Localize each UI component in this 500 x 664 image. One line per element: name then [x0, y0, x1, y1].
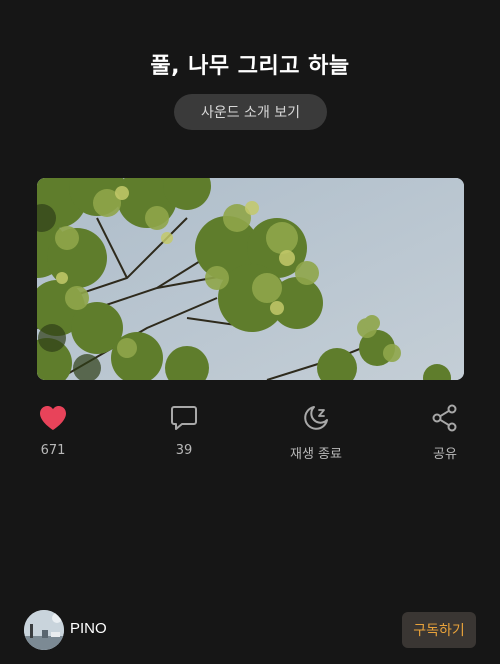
sound-detail-screen: 풀, 나무 그리고 하늘 사운드 소개 보기 671 39 재생 종료 공유 P…: [0, 0, 500, 664]
page-title: 풀, 나무 그리고 하늘: [150, 54, 350, 79]
comment-count: 39: [175, 443, 193, 458]
avatar[interactable]: [24, 610, 64, 650]
like-count: 671: [40, 443, 66, 458]
sound-intro-button[interactable]: 사운드 소개 보기: [174, 94, 327, 130]
sleep-timer-label: 재생 종료: [290, 447, 342, 462]
comment-button[interactable]: 39: [159, 403, 209, 463]
creator-bar: PINO 구독하기: [0, 610, 500, 650]
sleep-timer-icon: [301, 403, 331, 433]
share-label: 공유: [433, 447, 457, 462]
action-bar: 671 39 재생 종료 공유: [0, 403, 500, 463]
cover-image: [37, 178, 464, 380]
subscribe-button[interactable]: 구독하기: [402, 612, 476, 648]
like-button[interactable]: 671: [28, 403, 78, 463]
share-icon: [430, 403, 460, 433]
sleep-timer-button[interactable]: 재생 종료: [276, 403, 356, 463]
creator-name[interactable]: PINO: [70, 620, 107, 637]
heart-icon: [38, 403, 68, 433]
share-button[interactable]: 공유: [420, 403, 470, 463]
comment-icon: [169, 403, 199, 433]
